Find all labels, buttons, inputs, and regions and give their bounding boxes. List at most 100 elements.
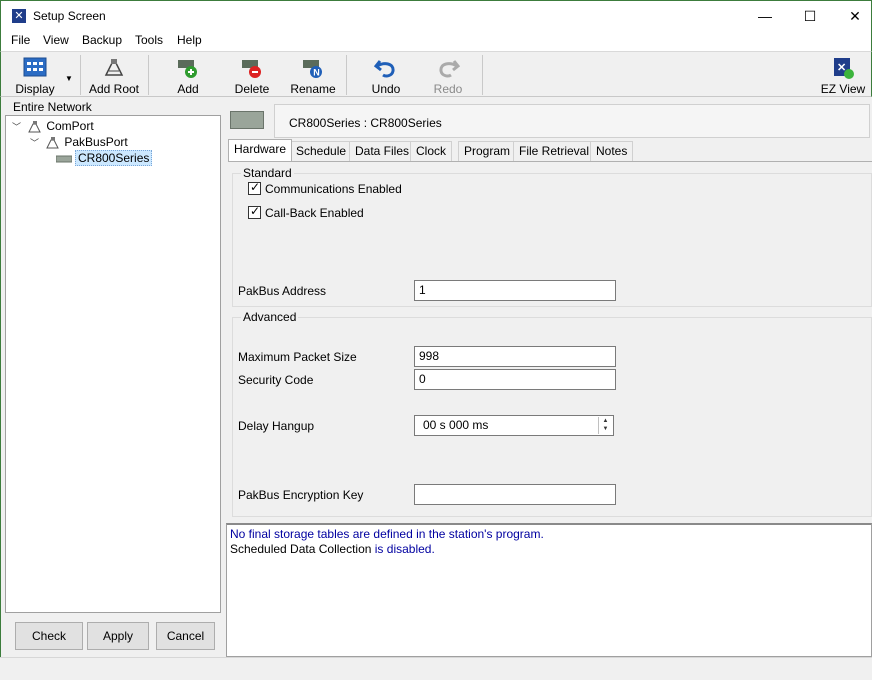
apply-button[interactable]: Apply — [87, 622, 149, 650]
window-title: Setup Screen — [33, 9, 106, 23]
message-scheduled-collection: Scheduled Data Collection is disabled. — [230, 542, 435, 556]
tab-schedule[interactable]: Schedule — [290, 141, 353, 161]
add-icon — [178, 60, 197, 78]
pakbus-port-icon — [46, 136, 60, 149]
pakbus-address-label: PakBus Address — [238, 284, 327, 298]
cancel-button[interactable]: Cancel — [156, 622, 215, 650]
security-code-field[interactable]: 0 — [414, 369, 616, 390]
check-icon[interactable] — [248, 180, 261, 195]
tree-item-label: PakBusPort — [64, 135, 128, 149]
ez-view-button[interactable]: ✕ EZ View — [815, 54, 871, 96]
add-root-label: Add Root — [88, 82, 140, 96]
undo-icon — [374, 60, 395, 78]
status-bar — [0, 657, 872, 680]
encryption-key-field[interactable] — [414, 484, 616, 505]
check-icon[interactable] — [248, 204, 261, 219]
standard-group-label: Standard — [241, 166, 294, 180]
tab-data-files[interactable]: Data Files — [349, 141, 416, 161]
delay-hangup-value: 00 s 000 ms — [423, 418, 489, 432]
close-button[interactable]: ✕ — [832, 1, 872, 31]
menu-tools[interactable]: Tools — [135, 33, 163, 47]
delete-label: Delete — [234, 82, 270, 96]
pakbus-address-field[interactable]: 1 — [414, 280, 616, 301]
menu-backup[interactable]: Backup — [82, 33, 122, 47]
checkbox-label: Call-Back Enabled — [265, 206, 364, 220]
tree-item-cr800series[interactable]: CR800Series — [56, 150, 153, 166]
toolbar-separator — [482, 55, 483, 95]
tab-hardware[interactable]: Hardware — [228, 139, 293, 161]
chevron-down-icon[interactable]: ﹀ — [30, 135, 42, 151]
max-packet-field[interactable]: 998 — [414, 346, 616, 367]
hardware-tab-page: Standard Communications Enabled Call-Bac… — [228, 161, 872, 523]
spin-up-icon[interactable]: ▲ — [599, 417, 612, 425]
spinner-arrows[interactable]: ▲ ▼ — [598, 417, 612, 434]
undo-button[interactable]: Undo — [359, 54, 413, 96]
tab-file-retrieval[interactable]: File Retrieval — [513, 141, 596, 161]
device-title-box: CR800Series : CR800Series — [274, 104, 870, 138]
tab-clock[interactable]: Clock — [410, 141, 453, 161]
add-label: Add — [177, 82, 199, 96]
menu-bar: File View Backup Tools Help — [0, 31, 872, 51]
message-storage-tables: No final storage tables are defined in t… — [230, 527, 544, 541]
toolbar-separator — [148, 55, 149, 95]
device-title: CR800Series : CR800Series — [289, 116, 442, 130]
message-disabled-text: is disabled. — [374, 542, 435, 556]
status-message-box: No final storage tables are defined in t… — [226, 523, 872, 657]
svg-text:N: N — [313, 68, 320, 78]
comport-icon — [28, 120, 42, 133]
datalogger-icon — [56, 155, 72, 163]
rename-icon: N — [303, 60, 322, 78]
encryption-key-label: PakBus Encryption Key — [238, 488, 364, 502]
toolbar-separator — [346, 55, 347, 95]
undo-label: Undo — [371, 82, 401, 96]
app-icon: ✕ — [12, 9, 26, 23]
communications-enabled-checkbox[interactable]: Communications Enabled — [248, 180, 402, 196]
tab-strip: Hardware Schedule Data Files Clock Progr… — [228, 139, 868, 161]
menu-file[interactable]: File — [11, 33, 30, 47]
security-code-label: Security Code — [238, 373, 314, 387]
network-pane: Entire Network ﹀ ComPort ﹀ PakBusPort CR… — [0, 97, 222, 657]
callback-enabled-checkbox[interactable]: Call-Back Enabled — [248, 204, 364, 220]
display-label: Display — [15, 82, 55, 96]
network-tree[interactable]: ﹀ ComPort ﹀ PakBusPort CR800Series — [5, 115, 221, 613]
display-dropdown-button[interactable]: ▼ — [63, 54, 75, 96]
tab-notes[interactable]: Notes — [590, 141, 634, 161]
delay-hangup-label: Delay Hangup — [238, 419, 315, 433]
display-button[interactable]: Display — [7, 54, 63, 96]
datalogger-icon — [230, 111, 264, 129]
advanced-group-label: Advanced — [241, 310, 299, 324]
toolbar: Display ▼ Add Root Add Delete N Rename U… — [0, 51, 872, 97]
rename-label: Rename — [290, 82, 336, 96]
message-scheduled-collection-text: Scheduled Data Collection — [230, 542, 372, 556]
display-icon — [23, 57, 47, 77]
ez-view-icon: ✕ — [834, 58, 854, 79]
add-root-button[interactable]: Add Root — [85, 54, 143, 96]
redo-icon — [439, 60, 460, 78]
rename-button[interactable]: N Rename — [287, 54, 339, 96]
tree-item-label: ComPort — [46, 119, 94, 133]
redo-label: Redo — [433, 82, 463, 96]
station-pane: CR800Series : CR800Series Hardware Sched… — [224, 97, 872, 657]
max-packet-label: Maximum Packet Size — [238, 350, 357, 364]
maximize-button[interactable]: ☐ — [787, 1, 833, 31]
spin-down-icon[interactable]: ▼ — [599, 425, 612, 433]
delay-hangup-spinner[interactable]: 00 s 000 ms ▲ ▼ — [414, 415, 614, 436]
tree-item-comport[interactable]: ﹀ ComPort — [12, 118, 94, 134]
tree-item-pakbusport[interactable]: ﹀ PakBusPort — [30, 134, 128, 150]
checkbox-label: Communications Enabled — [265, 182, 402, 196]
delete-icon — [242, 60, 261, 78]
device-header: CR800Series : CR800Series — [228, 101, 870, 138]
menu-view[interactable]: View — [43, 33, 69, 47]
delete-button[interactable]: Delete — [225, 54, 279, 96]
network-header: Entire Network — [13, 100, 92, 114]
minimize-button[interactable]: — — [742, 1, 788, 31]
check-button[interactable]: Check — [15, 622, 83, 650]
tab-program[interactable]: Program — [458, 141, 517, 161]
add-button[interactable]: Add — [161, 54, 215, 96]
redo-button[interactable]: Redo — [421, 54, 475, 96]
comport-icon — [104, 59, 124, 76]
chevron-down-icon[interactable]: ﹀ — [12, 119, 24, 135]
title-bar: ✕ Setup Screen — ☐ ✕ — [0, 0, 872, 31]
toolbar-separator — [80, 55, 81, 95]
menu-help[interactable]: Help — [177, 33, 202, 47]
